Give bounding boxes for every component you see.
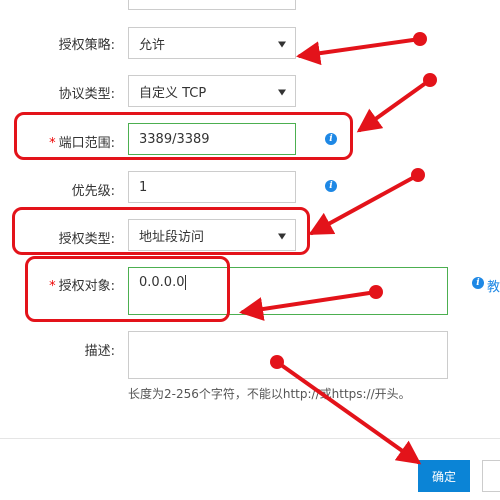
arrow-to-policy [296,37,422,66]
arrow-tail-dot [411,168,425,182]
arrow-to-auth-object [239,290,378,321]
arrow-to-confirm [275,360,422,465]
arrow-tail-dot [413,32,427,46]
arrow-tail-dot [423,73,437,87]
arrow-tail-dot [369,285,383,299]
arrow-to-auth-type [308,173,420,235]
arrow-to-port [356,78,432,133]
annotation-arrows [239,32,437,465]
arrow-tail-dot [270,355,284,369]
